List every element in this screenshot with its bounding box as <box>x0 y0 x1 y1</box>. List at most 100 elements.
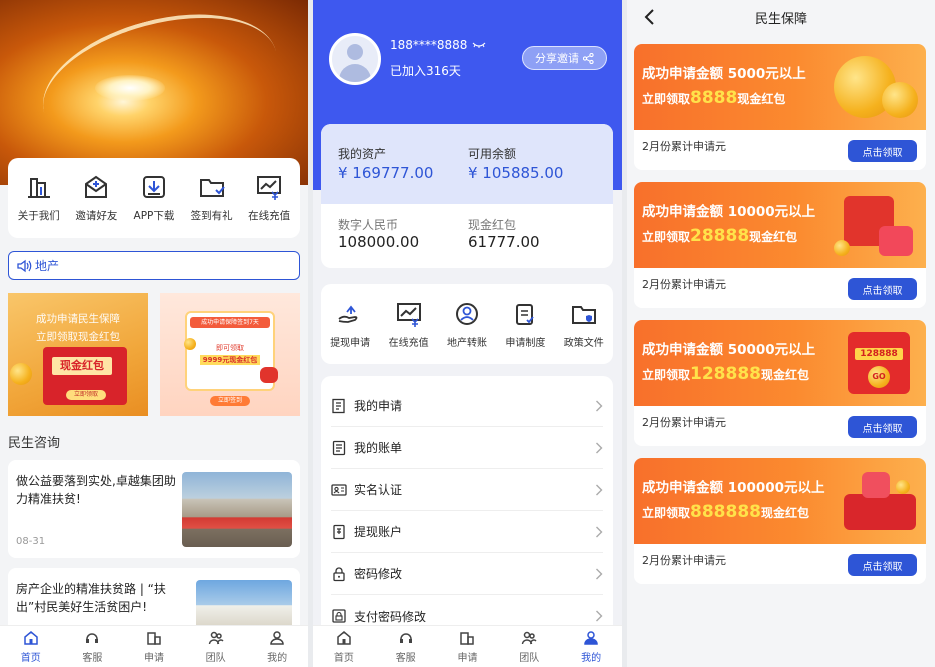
claim-button[interactable]: 点击领取 <box>848 416 917 438</box>
quick-link-download[interactable]: APP下载 <box>125 173 183 223</box>
go-coin-icon: GO <box>868 366 890 388</box>
menu-item-password[interactable]: 密码修改 <box>331 553 603 595</box>
tab-home[interactable]: 首页 <box>313 626 375 667</box>
action-label: 地产转账 <box>446 337 487 349</box>
tab-mine[interactable]: 我的 <box>560 626 622 667</box>
reward-amount: 128888 <box>690 364 761 384</box>
bottom-tab-bar: 首页 客服 申请 团队 我的 <box>0 625 308 667</box>
coin-icon <box>834 240 850 256</box>
building-apply-icon <box>460 631 475 645</box>
profile-screen: 188****8888 已加入316天 分享邀请 我的资产 ¥ 169777.0… <box>313 0 622 667</box>
share-invite-button[interactable]: 分享邀请 <box>522 46 607 70</box>
menu-item-my-bills[interactable]: 我的账单 <box>331 427 603 469</box>
total-assets-label: 我的资产 <box>338 147 387 161</box>
news-item[interactable]: 做公益要落到实处,卓越集团助力精准扶贫! 08-31 <box>8 460 300 558</box>
tab-label: 团队 <box>205 652 226 664</box>
menu-label: 提现账户 <box>354 525 403 539</box>
reward-condition: 成功申请金额 5000元以上 <box>642 66 806 82</box>
reward-banner[interactable]: 成功申请金额 50000元以上 立即领取128888现金红包 128888 GO <box>634 320 926 406</box>
checkin-bar-text: 成功申请保障签到7天 <box>190 317 270 328</box>
user-circle-icon <box>455 302 478 325</box>
building-icon <box>27 178 50 198</box>
quick-link-invite[interactable]: 邀请好友 <box>68 173 126 223</box>
checkin-amount: 9999元现金红包 <box>200 355 260 365</box>
action-label: 提现申请 <box>330 337 371 349</box>
reward-amount: 8888 <box>690 88 738 108</box>
reward-footnote: 2月份累计申请元 <box>642 416 726 429</box>
tab-team[interactable]: 团队 <box>185 626 247 667</box>
action-rules[interactable]: 申请制度 <box>496 300 554 349</box>
avatar[interactable] <box>329 33 381 85</box>
promo-claim-button[interactable]: 立即领取 <box>66 390 106 400</box>
reward-banner[interactable]: 成功申请金额 100000元以上 立即领取888888现金红包 <box>634 458 926 544</box>
chevron-right-icon <box>596 610 603 622</box>
gift-icon <box>260 367 278 383</box>
reward-post: 现金红包 <box>761 368 810 382</box>
promo-line: 立即领取现金红包 <box>36 331 120 343</box>
home-icon <box>24 630 38 645</box>
claim-button[interactable]: 点击领取 <box>848 554 917 576</box>
tab-mine[interactable]: 我的 <box>246 626 308 667</box>
coin-icon <box>10 363 32 385</box>
action-policy[interactable]: 政策文件 <box>555 300 613 349</box>
reward-banner[interactable]: 成功申请金额 5000元以上 立即领取8888现金红包 <box>634 44 926 130</box>
action-label: 申请制度 <box>505 337 546 349</box>
tab-service[interactable]: 客服 <box>375 626 437 667</box>
coin-icon <box>184 338 196 350</box>
action-transfer[interactable]: 地产转账 <box>438 300 496 349</box>
reward-pre: 立即领取 <box>642 506 691 520</box>
notice-bar[interactable]: 地产 <box>8 251 300 280</box>
menu-item-real-name[interactable]: 实名认证 <box>331 469 603 511</box>
team-icon <box>208 631 224 644</box>
menu-item-withdraw-account[interactable]: 提现账户 <box>331 511 603 553</box>
tab-team[interactable]: 团队 <box>498 626 560 667</box>
menu-item-my-applications[interactable]: 我的申请 <box>331 385 603 427</box>
quick-link-recharge[interactable]: 在线充值 <box>240 173 298 223</box>
tab-label: 团队 <box>519 652 540 664</box>
eye-closed-icon[interactable] <box>472 41 486 49</box>
promo-banner-checkin[interactable]: 成功申请保障签到7天 即可领取 9999元现金红包 立即签到 <box>160 293 300 416</box>
application-icon <box>332 398 345 413</box>
reward-condition: 成功申请金额 10000元以上 <box>642 204 816 220</box>
reward-card: 成功申请金额 100000元以上 立即领取888888现金红包 2月份累计申请元… <box>634 458 926 584</box>
reward-footnote: 2月份累计申请元 <box>642 278 726 291</box>
chevron-right-icon <box>596 484 603 495</box>
claim-button[interactable]: 点击领取 <box>848 278 917 300</box>
envelope-amount-badge: 128888 <box>855 348 903 360</box>
checkin-line: 即可领取 <box>216 344 244 352</box>
tab-home[interactable]: 首页 <box>0 626 62 667</box>
reward-footnote: 2月份累计申请元 <box>642 140 726 153</box>
tab-label: 首页 <box>20 652 41 664</box>
tab-service[interactable]: 客服 <box>62 626 124 667</box>
total-assets-value: ¥ 169777.00 <box>338 164 434 182</box>
folder-shield-icon <box>571 305 596 324</box>
reward-banner[interactable]: 成功申请金额 10000元以上 立即领取28888现金红包 <box>634 182 926 268</box>
chevron-right-icon <box>596 526 603 537</box>
promo-banner-cash[interactable]: 成功申请民生保障 立即领取现金红包 现金红包 立即领取 <box>8 293 148 416</box>
quick-link-checkin[interactable]: 签到有礼 <box>183 173 241 223</box>
tab-apply[interactable]: 申请 <box>123 626 185 667</box>
news-title: 做公益要落到实处,卓越集团助力精准扶贫! <box>16 474 176 506</box>
menu-label: 我的申请 <box>354 399 403 413</box>
tab-apply[interactable]: 申请 <box>437 626 499 667</box>
back-arrow-icon[interactable] <box>643 8 657 26</box>
quick-link-label: 邀请好友 <box>75 210 118 222</box>
claim-button[interactable]: 点击领取 <box>848 140 917 162</box>
menu-label: 支付密码修改 <box>354 609 427 624</box>
menu-label: 我的账单 <box>354 441 403 455</box>
quick-link-about[interactable]: 关于我们 <box>10 173 68 223</box>
welfare-screen: 民生保障 成功申请金额 5000元以上 立即领取8888现金红包 2月份累计申请… <box>627 0 935 667</box>
headset-icon <box>86 632 99 643</box>
share-label: 分享邀请 <box>535 52 579 65</box>
action-withdraw[interactable]: 提现申请 <box>321 300 379 349</box>
reward-footnote: 2月份累计申请元 <box>642 554 726 567</box>
mail-invite-icon <box>85 175 108 198</box>
payment-lock-icon <box>332 609 346 623</box>
home-icon <box>337 630 351 645</box>
checkin-button[interactable]: 立即签到 <box>210 396 250 406</box>
news-photo <box>182 472 292 547</box>
quick-link-label: APP下载 <box>133 210 175 222</box>
reward-offer: 立即领取8888现金红包 <box>642 88 785 108</box>
action-recharge[interactable]: 在线充值 <box>380 300 438 349</box>
account-icon <box>333 524 345 539</box>
